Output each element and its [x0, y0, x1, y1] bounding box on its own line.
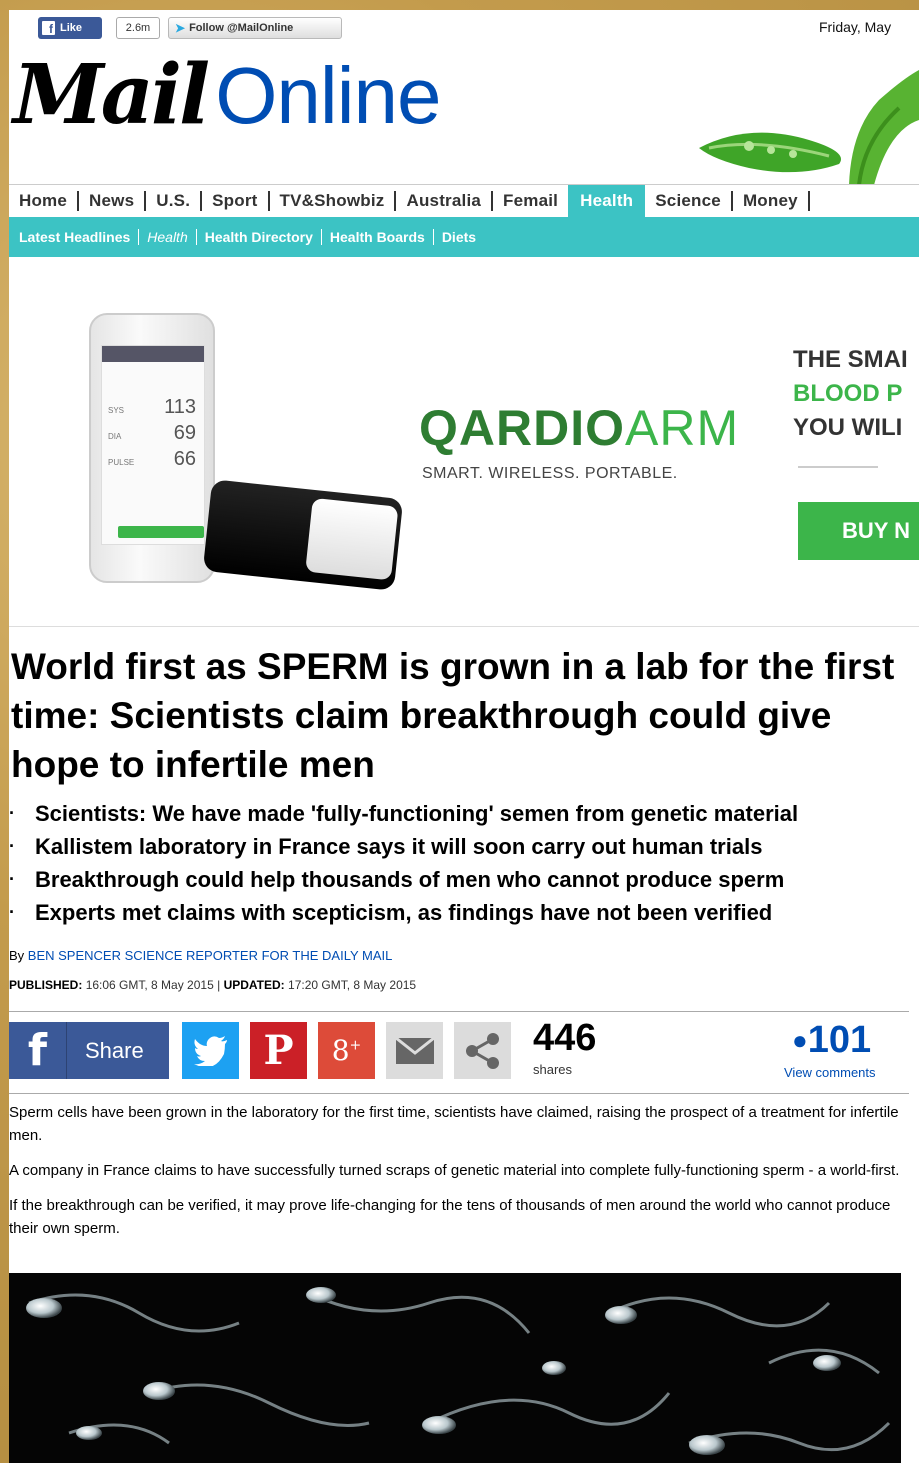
facebook-icon: f — [42, 21, 55, 35]
current-date: Friday, May — [819, 19, 892, 35]
ad-copy-line-3: YOU WILI — [793, 414, 903, 441]
more-share-button[interactable] — [454, 1022, 511, 1079]
byline-prefix: By — [9, 948, 25, 963]
summary-bullet: Kallistem laboratory in France says it w… — [9, 830, 909, 863]
health-subnav: Latest Headlines Health Health Directory… — [9, 217, 919, 257]
nav-item-sport[interactable]: Sport — [202, 191, 270, 211]
reading-sys-label: SYS — [108, 406, 125, 415]
shares-label: shares — [533, 1062, 573, 1077]
nav-item-science[interactable]: Science — [645, 191, 733, 211]
logo-mail: Mail — [13, 47, 210, 143]
site-logo[interactable]: Mail Online — [13, 47, 441, 154]
facebook-share-button[interactable]: f Share — [9, 1022, 169, 1079]
facebook-share-label: Share — [85, 1037, 144, 1063]
comments-count-link[interactable]: ●101 — [792, 1018, 871, 1062]
article-headline: World first as SPERM is grown in a lab f… — [11, 646, 895, 785]
reading-dia-value: 69 — [173, 422, 196, 444]
ad-right-copy: THE SMAI BLOOD P YOU WILI — [793, 343, 908, 445]
pinterest-icon: P — [263, 1027, 294, 1074]
envelope-icon — [394, 1036, 435, 1064]
sperm-cells-image — [9, 1273, 901, 1463]
browser-page: f Like 2.6m ➤ Follow @MailOnline Friday,… — [9, 10, 919, 1463]
main-nav: Home News U.S. Sport TV&Showbiz Australi… — [9, 184, 919, 217]
article-body: Sperm cells have been grown in the labor… — [9, 1101, 909, 1252]
comment-bubble-icon: ● — [792, 1025, 808, 1055]
summary-bullet: Scientists: We have made 'fully-function… — [9, 797, 909, 830]
qardioarm-advert[interactable]: SYS 113 DIA 69 PULSE 66 QARDIOARM SMART.… — [9, 257, 919, 627]
nav-item-home[interactable]: Home — [9, 191, 80, 211]
ad-buy-button[interactable]: BUY N — [798, 502, 919, 560]
ad-tagline: SMART. WIRELESS. PORTABLE. — [422, 465, 678, 482]
logo-online: Online — [215, 51, 441, 140]
ad-copy-line-2: BLOOD P — [793, 380, 903, 407]
nav-item-us[interactable]: U.S. — [146, 191, 203, 211]
share-nodes-icon — [465, 1032, 499, 1069]
follow-label: Follow @MailOnline — [189, 22, 294, 34]
reading-sys-value: 113 — [164, 396, 196, 418]
article-timestamps: PUBLISHED: 16:06 GMT, 8 May 2015 | UPDAT… — [9, 978, 417, 992]
nav-item-news[interactable]: News — [79, 191, 147, 211]
sprout-leaf-graphic — [699, 70, 919, 185]
view-comments-link[interactable]: View comments — [784, 1065, 876, 1080]
facebook-like-button[interactable]: f Like — [38, 17, 102, 39]
share-bar-bottom-rule — [9, 1093, 909, 1094]
phone-screen-header — [102, 346, 204, 362]
summary-bullet: Breakthrough could help thousands of men… — [9, 863, 909, 896]
twitter-share-button[interactable] — [182, 1022, 239, 1079]
share-count: 446 — [533, 1017, 597, 1059]
nav-item-health[interactable]: Health — [568, 185, 646, 217]
reading-pulse-label: PULSE — [108, 458, 135, 467]
nav-item-money[interactable]: Money — [733, 191, 810, 211]
twitter-follow-button[interactable]: ➤ Follow @MailOnline — [168, 17, 342, 39]
pinterest-share-button[interactable]: P — [250, 1022, 307, 1079]
reading-pulse-value: 66 — [173, 448, 196, 470]
phone-screen: SYS 113 DIA 69 PULSE 66 — [101, 345, 205, 545]
article-summary-bullets: Scientists: We have made 'fully-function… — [9, 797, 909, 929]
reading-dia-label: DIA — [108, 432, 122, 441]
googleplus-share-button[interactable]: 8+ — [318, 1022, 375, 1079]
nav-item-femail[interactable]: Femail — [493, 191, 568, 211]
share-bar-top-rule — [9, 1011, 909, 1012]
ad-brand: QARDIOARM — [419, 399, 739, 457]
updated-label: UPDATED: — [223, 978, 285, 992]
like-count: 2.6m — [116, 17, 160, 39]
sperm-cells-illustration — [26, 1287, 891, 1455]
subnav-diets[interactable]: Diets — [434, 229, 484, 245]
article-paragraph: Sperm cells have been grown in the labor… — [9, 1104, 899, 1144]
device-cap — [305, 497, 399, 581]
ad-copy-line-1: THE SMAI — [793, 346, 908, 373]
twitter-bird-icon — [193, 1035, 227, 1066]
qardioarm-device-image — [202, 479, 404, 591]
published-label: PUBLISHED: — [9, 978, 83, 992]
ad-divider — [798, 466, 878, 468]
facebook-icon: f — [9, 1022, 67, 1079]
byline-author-link[interactable]: BEN SPENCER SCIENCE REPORTER FOR THE DAI… — [28, 948, 393, 963]
subnav-latest-headlines[interactable]: Latest Headlines — [19, 229, 140, 245]
ad-brand-arm: ARM — [625, 400, 740, 456]
subnav-health-directory[interactable]: Health Directory — [197, 229, 322, 245]
phone-image: SYS 113 DIA 69 PULSE 66 — [89, 313, 215, 583]
phone-screen-button — [118, 526, 204, 538]
article-paragraph: A company in France claims to have succe… — [9, 1162, 900, 1179]
updated-time: 17:20 GMT, 8 May 2015 — [288, 978, 417, 992]
nav-item-tvshowbiz[interactable]: TV&Showbiz — [270, 191, 397, 211]
twitter-bird-icon: ➤ — [175, 21, 186, 35]
published-time: 16:06 GMT, 8 May 2015 — [85, 978, 214, 992]
nav-item-australia[interactable]: Australia — [396, 191, 494, 211]
summary-bullet: Experts met claims with scepticism, as f… — [9, 896, 909, 929]
social-topbar: f Like 2.6m ➤ Follow @MailOnline Friday,… — [9, 10, 919, 44]
googleplus-icon: 8+ — [331, 1034, 362, 1067]
subnav-health-boards[interactable]: Health Boards — [322, 229, 434, 245]
email-share-button[interactable] — [386, 1022, 443, 1079]
like-label: Like — [60, 22, 83, 34]
subnav-health[interactable]: Health — [139, 229, 197, 245]
article-byline: By BEN SPENCER SCIENCE REPORTER FOR THE … — [9, 948, 392, 963]
ad-brand-qardio: QARDIO — [419, 400, 625, 456]
comments-count: 101 — [807, 1019, 872, 1061]
article-paragraph: If the breakthrough can be verified, it … — [9, 1197, 891, 1237]
